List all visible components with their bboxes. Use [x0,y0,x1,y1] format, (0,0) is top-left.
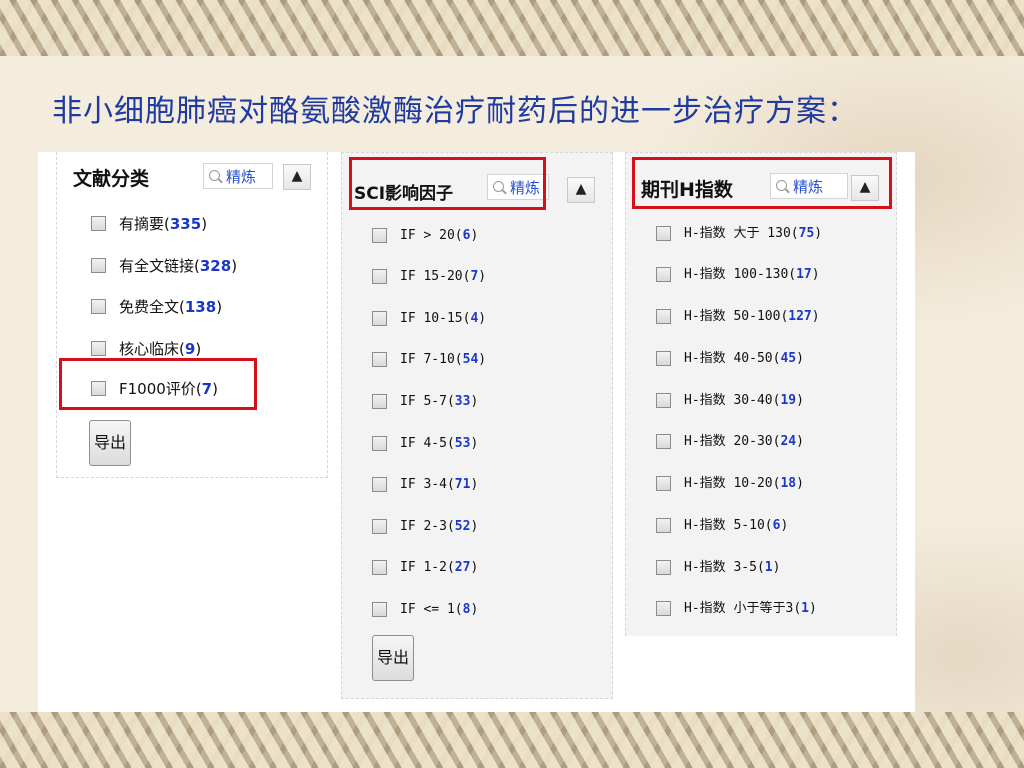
doc-filter-item[interactable]: 免费全文(138) [91,297,311,319]
checkbox[interactable] [656,393,671,408]
checkbox[interactable] [656,226,671,241]
highlight-box [632,157,892,209]
sci-filter-item[interactable]: IF <= 1(8) [372,600,572,622]
journal-hindex-panel: 期刊H指数 精炼 ▲ H-指数 大于 130(75) H-指数 100-130(… [625,152,897,636]
hindex-filter-item[interactable]: H-指数 10-20(18) [656,474,886,496]
checkbox[interactable] [91,341,106,356]
sci-filter-item[interactable]: IF 4-5(53) [372,434,572,456]
sci-filter-item[interactable]: IF 10-15(4) [372,309,572,331]
checkbox[interactable] [372,228,387,243]
checkbox[interactable] [372,311,387,326]
doc-category-header: 文献分类 [73,168,150,190]
checkbox[interactable] [372,352,387,367]
checkbox[interactable] [91,216,106,231]
checkbox[interactable] [656,560,671,575]
hindex-filter-item[interactable]: H-指数 100-130(17) [656,265,886,287]
checkbox[interactable] [656,309,671,324]
hindex-filter-item[interactable]: H-指数 小于等于3(1) [656,599,886,621]
sci-filter-item[interactable]: IF 7-10(54) [372,350,572,372]
sci-export-button[interactable]: 导出 [372,635,414,681]
sci-filter-item[interactable]: IF 5-7(33) [372,392,572,414]
chevron-up-icon: ▲ [291,168,303,184]
sci-filter-item[interactable]: IF > 20(6) [372,226,572,248]
sci-filter-item[interactable]: IF 1-2(27) [372,558,572,580]
checkbox[interactable] [372,519,387,534]
checkbox[interactable] [372,602,387,617]
sci-filter-item[interactable]: IF 3-4(71) [372,475,572,497]
doc-category-panel: 文献分类 精炼 ▲ 有摘要(335) 有全文链接(328) 免费全文(138) … [56,152,328,478]
highlight-box [59,358,257,410]
checkbox[interactable] [372,477,387,492]
hindex-filter-item[interactable]: H-指数 30-40(19) [656,391,886,413]
doc-filter-item[interactable]: 有全文链接(328) [91,256,311,278]
slide-title: 非小细胞肺癌对酪氨酸激酶治疗耐药后的进一步治疗方案： [52,94,858,129]
checkbox[interactable] [656,434,671,449]
sci-impact-panel: SCI影响因子 精炼 ▲ IF > 20(6) IF 15-20(7) IF 1… [341,152,613,699]
hindex-filter-item[interactable]: H-指数 大于 130(75) [656,224,886,246]
hindex-filter-item[interactable]: H-指数 40-50(45) [656,349,886,371]
search-icon [209,170,220,181]
chevron-up-icon: ▲ [575,181,587,197]
checkbox[interactable] [372,269,387,284]
checkbox[interactable] [656,267,671,282]
highlight-box [349,157,546,210]
screenshot-canvas: 文献分类 精炼 ▲ 有摘要(335) 有全文链接(328) 免费全文(138) … [38,152,915,712]
checkbox[interactable] [372,436,387,451]
hindex-filter-item[interactable]: H-指数 5-10(6) [656,516,886,538]
hindex-filter-item[interactable]: H-指数 50-100(127) [656,307,886,329]
checkbox[interactable] [91,258,106,273]
checkbox[interactable] [372,394,387,409]
decorative-top-border [0,0,1024,56]
doc-filter-item[interactable]: 有摘要(335) [91,214,311,236]
hindex-filter-item[interactable]: H-指数 3-5(1) [656,558,886,580]
checkbox[interactable] [656,476,671,491]
doc-export-button[interactable]: 导出 [89,420,131,466]
checkbox[interactable] [91,299,106,314]
decorative-bottom-border [0,712,1024,768]
sci-filter-item[interactable]: IF 15-20(7) [372,267,572,289]
checkbox[interactable] [372,560,387,575]
sci-filter-item[interactable]: IF 2-3(52) [372,517,572,539]
checkbox[interactable] [656,601,671,616]
checkbox[interactable] [656,518,671,533]
doc-collapse-button[interactable]: ▲ [283,164,311,190]
hindex-filter-item[interactable]: H-指数 20-30(24) [656,432,886,454]
sci-collapse-button[interactable]: ▲ [567,177,595,203]
doc-refine-button[interactable]: 精炼 [203,163,273,189]
checkbox[interactable] [656,351,671,366]
